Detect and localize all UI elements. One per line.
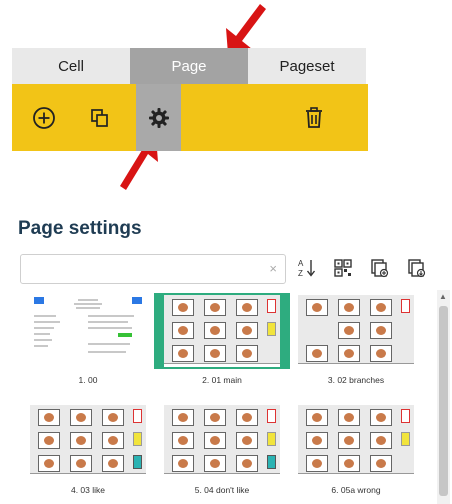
delete-page-button[interactable] bbox=[296, 84, 332, 151]
page-label: 3. 02 branches bbox=[327, 375, 385, 385]
trash-icon bbox=[306, 106, 322, 128]
page-list-scrollbar[interactable]: ▲ bbox=[437, 290, 450, 504]
tab-cell-label: Cell bbox=[58, 57, 84, 75]
page-search-box: × bbox=[20, 254, 286, 284]
page-preview-grid bbox=[164, 295, 280, 367]
tab-page[interactable]: Page bbox=[130, 48, 248, 84]
page-settings-button[interactable] bbox=[136, 84, 181, 151]
tab-pageset-label: Pageset bbox=[279, 57, 335, 75]
clear-search-icon[interactable]: × bbox=[269, 261, 277, 276]
scroll-up-arrow-icon[interactable]: ▲ bbox=[439, 292, 447, 301]
tab-page-label: Page bbox=[171, 57, 207, 75]
page-label: 5. 04 don't like bbox=[194, 485, 250, 495]
page-thumbnail-3[interactable]: 3. 02 branches bbox=[288, 293, 424, 388]
settings-icon bbox=[148, 107, 169, 128]
page-preview-grid bbox=[30, 405, 146, 477]
page-preview-grid bbox=[298, 405, 414, 477]
page-settings-heading: Page settings bbox=[18, 218, 142, 239]
tab-bar: Cell Page Pageset bbox=[12, 48, 368, 84]
page-preview-grid bbox=[164, 405, 280, 477]
svg-text:A: A bbox=[298, 259, 304, 268]
page-thumbnail-1[interactable]: 1. 00 bbox=[20, 293, 156, 388]
page-label: 1. 00 bbox=[78, 375, 98, 385]
tab-cell[interactable]: Cell bbox=[12, 48, 130, 84]
page-search-input[interactable] bbox=[21, 255, 261, 283]
page-label: 6. 05a wrong bbox=[331, 485, 381, 495]
page-thumbnail-2[interactable]: 2. 01 main bbox=[154, 293, 290, 388]
copy-icon bbox=[91, 108, 108, 127]
new-page-icon[interactable] bbox=[369, 258, 389, 278]
scrollbar-thumb[interactable] bbox=[439, 306, 448, 496]
add-icon bbox=[33, 106, 55, 129]
page-thumbnail-5[interactable]: 5. 04 don't like bbox=[154, 403, 290, 498]
svg-text:Z: Z bbox=[298, 269, 303, 278]
copy-page-button[interactable] bbox=[82, 84, 118, 151]
page-preview-document bbox=[30, 295, 146, 367]
sort-az-icon[interactable]: A Z bbox=[297, 258, 317, 278]
qr-grid-icon[interactable] bbox=[333, 258, 353, 278]
page-label: 4. 03 like bbox=[70, 485, 106, 495]
page-thumbnail-4[interactable]: 4. 03 like bbox=[20, 403, 156, 498]
add-page-button[interactable] bbox=[26, 84, 62, 151]
page-toolbar bbox=[12, 84, 368, 151]
page-thumbnail-6[interactable]: 6. 05a wrong bbox=[288, 403, 424, 498]
page-label: 2. 01 main bbox=[202, 375, 242, 385]
tab-pageset[interactable]: Pageset bbox=[248, 48, 366, 84]
import-page-icon[interactable] bbox=[406, 258, 426, 278]
page-preview-grid bbox=[298, 295, 414, 367]
